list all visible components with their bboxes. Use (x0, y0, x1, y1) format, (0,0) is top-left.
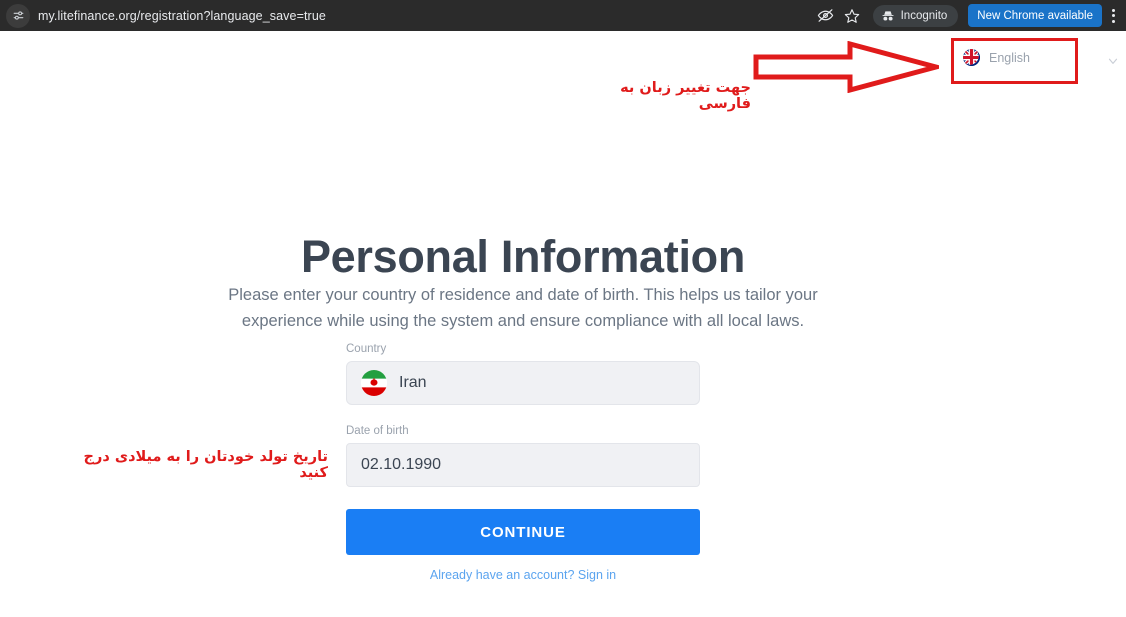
kebab-menu-icon[interactable] (1104, 3, 1122, 29)
incognito-hat-icon (881, 9, 895, 23)
continue-button[interactable]: CONTINUE (346, 509, 700, 555)
incognito-indicator[interactable]: Incognito (872, 4, 959, 27)
chrome-update-button[interactable]: New Chrome available (968, 4, 1102, 27)
tune-sliders-icon[interactable] (6, 3, 30, 28)
page-body: English جهت تغییر زبان به فارسی تاریخ تو… (0, 31, 1126, 617)
chevron-down-icon[interactable] (1106, 54, 1120, 68)
dob-input[interactable]: 02.10.1990 (361, 456, 441, 474)
country-label: Country (346, 343, 387, 355)
dob-note-annotation: تاریخ تولد خودتان را به میلادی درج کنید (83, 449, 328, 481)
page-subtitle: Please enter your country of residence a… (228, 285, 818, 330)
address-bar-url[interactable]: my.litefinance.org/registration?language… (38, 9, 326, 23)
dob-field-group: Date of birth 02.10.1990 (346, 424, 700, 487)
eye-slash-icon[interactable] (813, 3, 839, 29)
iran-flag-icon (361, 370, 387, 396)
dob-input-wrapper[interactable]: 02.10.1990 (346, 443, 700, 487)
right-arrow-annotation (753, 40, 946, 94)
personal-information-form: Country Iran Date of birth 02.10.1990 CO… (346, 342, 700, 582)
incognito-label: Incognito (900, 9, 948, 22)
page-title: Personal Information (300, 231, 746, 283)
country-value: Iran (399, 374, 427, 391)
country-select[interactable]: Iran (346, 361, 700, 405)
dob-label: Date of birth (346, 425, 409, 437)
star-icon[interactable] (839, 3, 865, 29)
browser-toolbar: my.litefinance.org/registration?language… (0, 0, 1126, 31)
language-note-annotation: جهت تغییر زبان به فارسی (620, 80, 751, 112)
country-field-group: Country Iran (346, 342, 700, 405)
sign-in-link[interactable]: Already have an account? Sign in (346, 568, 700, 582)
red-highlight-box (951, 38, 1078, 84)
